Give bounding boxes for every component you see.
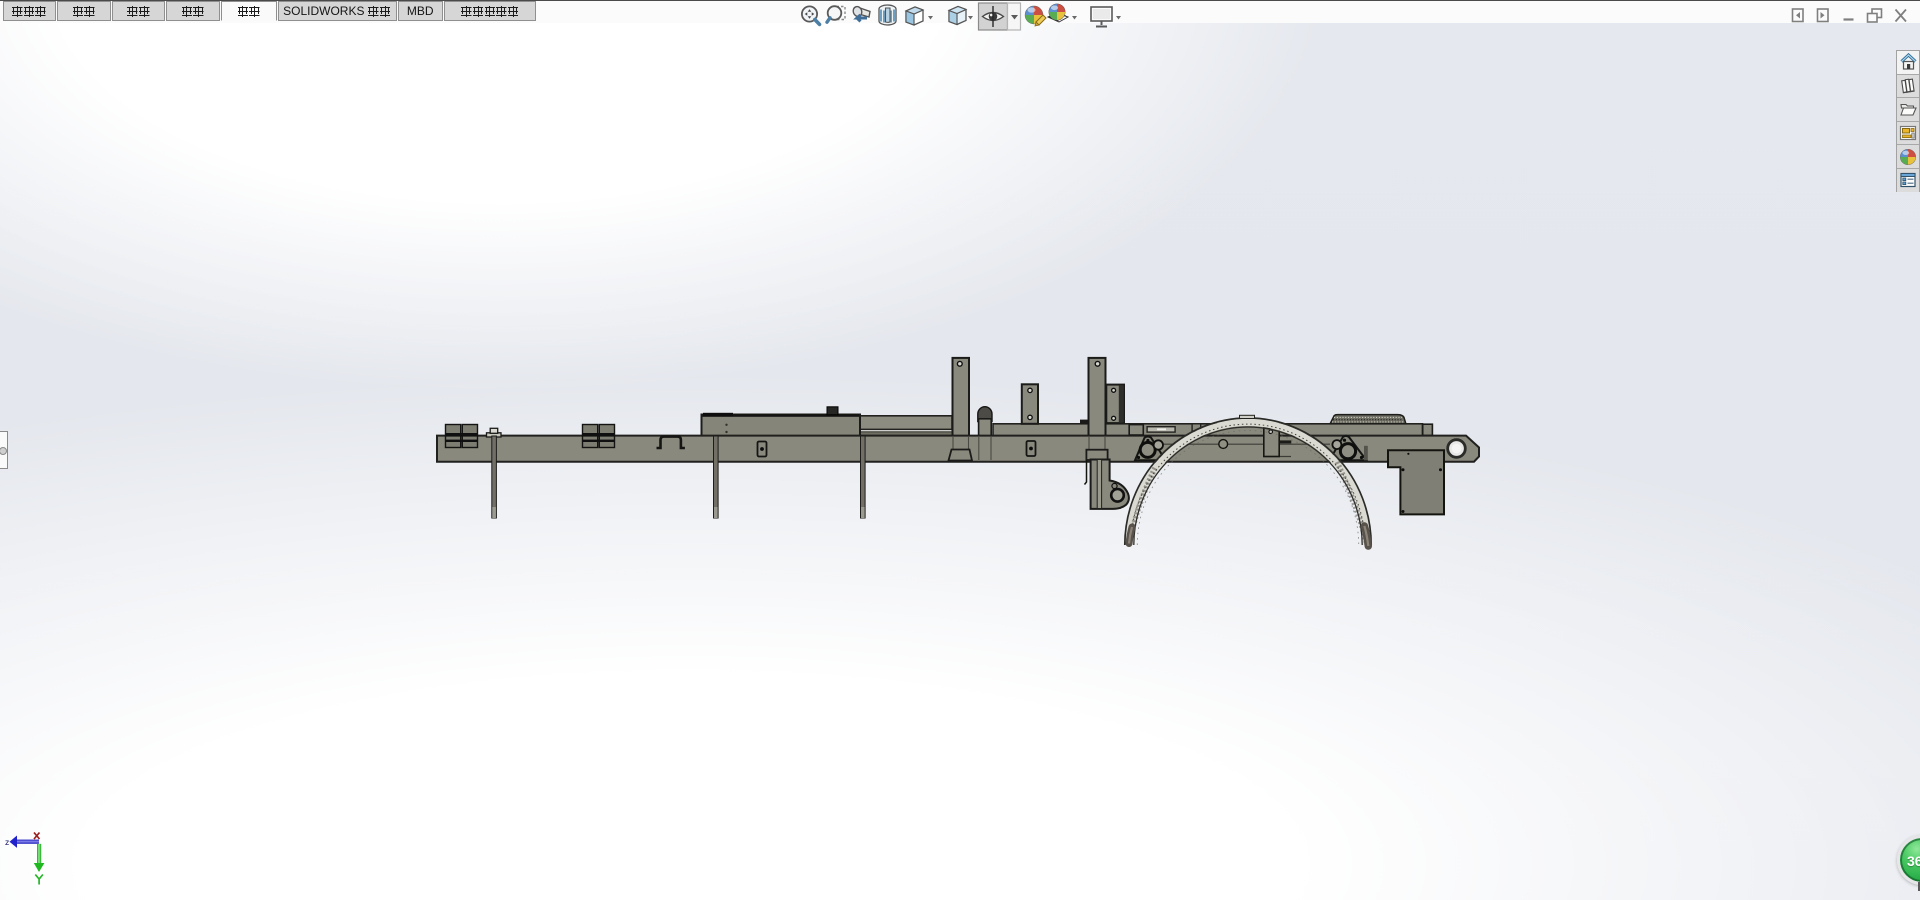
svg-text:z: z — [5, 837, 9, 847]
